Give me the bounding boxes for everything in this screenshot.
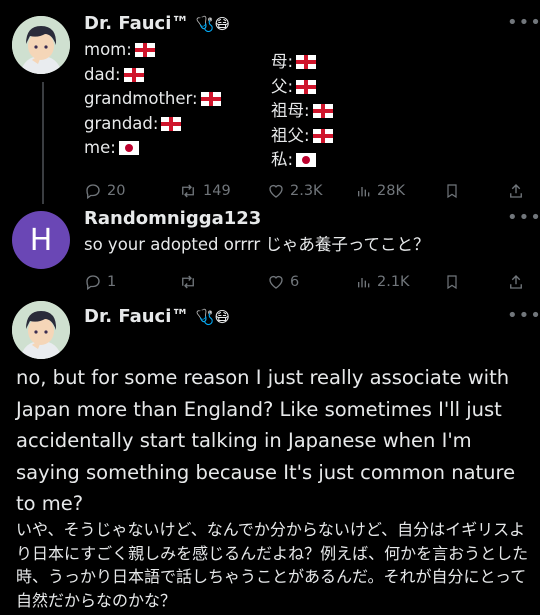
- heart-icon: [269, 275, 283, 289]
- heart-icon: [269, 184, 283, 198]
- author-name[interactable]: Dr. Fauci™ 🩺😷: [84, 306, 230, 327]
- author-name[interactable]: Dr. Fauci™ 🩺😷: [84, 13, 230, 34]
- views-chart-icon: [358, 187, 370, 197]
- bookmark-icon: [447, 184, 457, 199]
- stethoscope-icon: 🩺😷: [195, 308, 231, 326]
- england-flag-icon: [312, 101, 333, 126]
- line-me: me:: [84, 136, 221, 161]
- england-flag-icon: [134, 40, 155, 65]
- tweet-body-left: mom: dad: grandmother: grandad: me:: [84, 38, 221, 161]
- retweet-icon: [182, 184, 194, 198]
- line-grandad: grandad:: [84, 112, 221, 137]
- share-icon: [510, 275, 522, 289]
- author-name[interactable]: Randomnigga123: [84, 208, 261, 229]
- england-flag-icon: [312, 126, 333, 151]
- tweet-text-english: no, but for some reason I just really as…: [16, 366, 516, 515]
- more-options-icon[interactable]: •••: [507, 12, 540, 33]
- line-dad: dad:: [84, 63, 221, 88]
- line-sofu: 祖父:: [271, 124, 333, 149]
- like-button[interactable]: 2.3K: [267, 182, 323, 200]
- retweet-button[interactable]: 149: [178, 182, 231, 200]
- like-button[interactable]: 6: [267, 273, 299, 291]
- views-button[interactable]: 28K: [356, 183, 405, 199]
- reply-icon: [86, 184, 100, 200]
- tweet-body-right: 母: 父: 祖母: 祖父: 私:: [271, 50, 333, 173]
- tweet-actions: 20 149 2.3K 28K: [84, 180, 524, 202]
- england-flag-icon: [296, 77, 317, 102]
- bookmark-icon: [447, 275, 457, 290]
- retweet-icon: [182, 275, 194, 289]
- line-sobo: 祖母:: [271, 99, 333, 124]
- views-button[interactable]: 2.1K: [356, 274, 410, 290]
- share-icon: [510, 184, 522, 198]
- tweet-actions: 1 6 2.1K: [84, 271, 524, 293]
- line-watashi: 私:: [271, 148, 333, 173]
- share-button[interactable]: [507, 273, 525, 291]
- reply-button[interactable]: 20: [84, 182, 125, 200]
- line-chichi: 父:: [271, 75, 333, 100]
- england-flag-icon: [161, 114, 182, 139]
- avatar[interactable]: [12, 301, 70, 359]
- retweet-button[interactable]: [178, 273, 203, 291]
- more-options-icon[interactable]: •••: [507, 207, 540, 228]
- more-options-icon[interactable]: •••: [507, 305, 540, 326]
- line-mom: mom:: [84, 38, 221, 63]
- anime-avatar-icon: [12, 301, 70, 359]
- tweet-text: so your adopted orrrr じゃあ養子ってこと？: [84, 235, 430, 254]
- line-grandmother: grandmother:: [84, 87, 221, 112]
- anime-avatar-icon: [12, 16, 70, 74]
- stethoscope-icon: 🩺😷: [195, 15, 231, 33]
- england-flag-icon: [296, 52, 317, 77]
- japan-flag-icon: [296, 150, 317, 175]
- share-button[interactable]: [507, 182, 525, 200]
- author-name-text: Randomnigga123: [84, 208, 262, 229]
- avatar[interactable]: [12, 16, 70, 74]
- author-name-text: Dr. Fauci™: [84, 306, 190, 327]
- line-haha: 母:: [271, 50, 333, 75]
- japan-flag-icon: [118, 138, 139, 163]
- reply-button[interactable]: 1: [84, 273, 116, 291]
- views-chart-icon: [358, 278, 370, 288]
- england-flag-icon: [200, 89, 221, 114]
- bookmark-button[interactable]: [444, 182, 460, 200]
- avatar[interactable]: H: [12, 211, 70, 269]
- bookmark-button[interactable]: [444, 273, 460, 291]
- reply-icon: [86, 275, 100, 291]
- thread-line: [42, 82, 44, 204]
- tweet-text-japanese: いや、そうじゃないけど、なんでか分からないけど、自分はイギリスより日本にすごく親…: [16, 520, 529, 610]
- england-flag-icon: [123, 65, 144, 90]
- author-name-text: Dr. Fauci™: [84, 13, 190, 34]
